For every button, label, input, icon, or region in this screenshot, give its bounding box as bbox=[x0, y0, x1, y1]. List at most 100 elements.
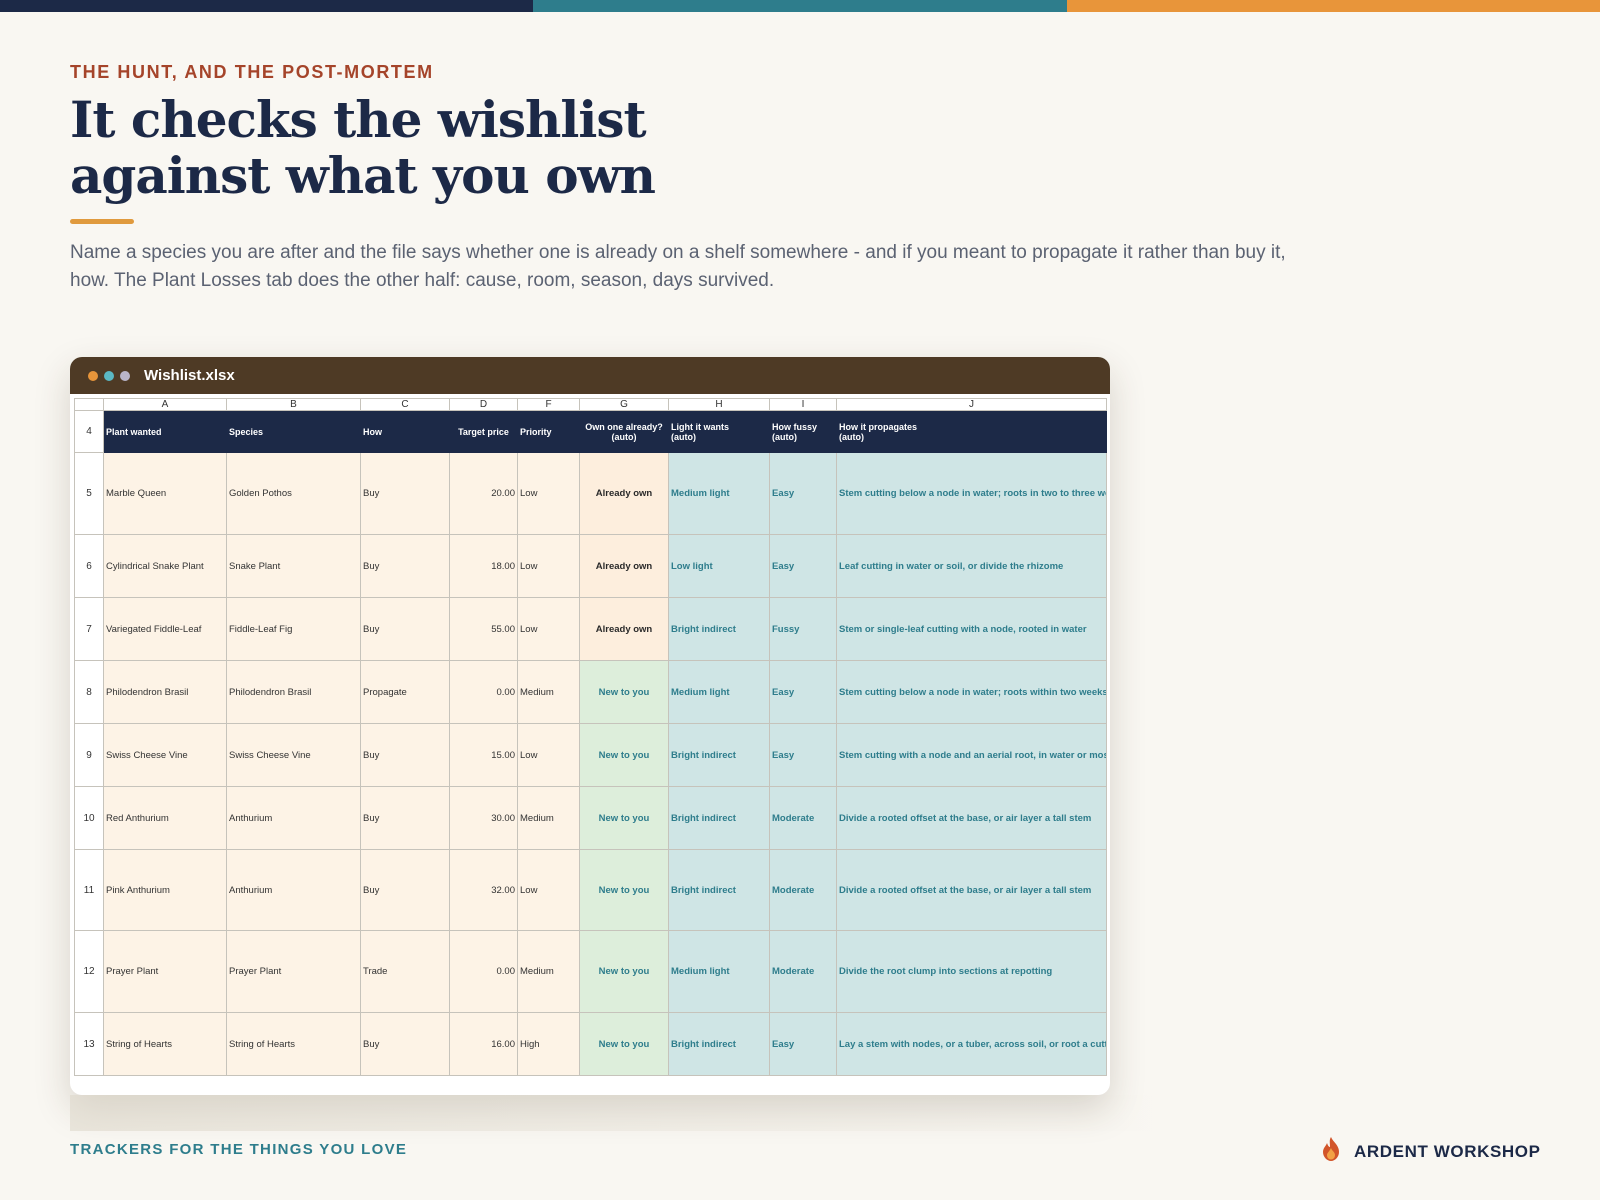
cell-species[interactable]: Prayer Plant bbox=[226, 930, 361, 1013]
cell-priority[interactable]: High bbox=[517, 1012, 580, 1076]
cell-own-already[interactable]: Already own bbox=[579, 534, 669, 598]
column-header[interactable]: How bbox=[360, 410, 450, 453]
cell-target-price[interactable]: 18.00 bbox=[449, 534, 518, 598]
cell-species[interactable]: Swiss Cheese Vine bbox=[226, 723, 361, 787]
cell-priority[interactable]: Medium bbox=[517, 786, 580, 850]
cell-target-price[interactable]: 16.00 bbox=[449, 1012, 518, 1076]
cell-light[interactable]: Medium light bbox=[668, 660, 770, 724]
column-letter[interactable]: J bbox=[836, 398, 1107, 411]
cell-light[interactable]: Bright indirect bbox=[668, 597, 770, 661]
cell-how[interactable]: Buy bbox=[360, 723, 450, 787]
cell-own-already[interactable]: Already own bbox=[579, 452, 669, 535]
column-header[interactable]: Own one already? (auto) bbox=[579, 410, 669, 453]
column-letter[interactable]: F bbox=[517, 398, 580, 411]
cell-fussy[interactable]: Easy bbox=[769, 1012, 837, 1076]
cell-light[interactable]: Medium light bbox=[668, 930, 770, 1013]
column-header[interactable]: Priority bbox=[517, 410, 580, 453]
cell-light[interactable]: Bright indirect bbox=[668, 849, 770, 931]
row-number[interactable]: 7 bbox=[74, 597, 104, 661]
cell-light[interactable]: Bright indirect bbox=[668, 1012, 770, 1076]
cell-plant-wanted[interactable]: Swiss Cheese Vine bbox=[103, 723, 227, 787]
cell-plant-wanted[interactable]: String of Hearts bbox=[103, 1012, 227, 1076]
cell-plant-wanted[interactable]: Red Anthurium bbox=[103, 786, 227, 850]
cell-fussy[interactable]: Moderate bbox=[769, 930, 837, 1013]
cell-target-price[interactable]: 55.00 bbox=[449, 597, 518, 661]
cell-propagates[interactable]: Divide a rooted offset at the base, or a… bbox=[836, 849, 1107, 931]
cell-species[interactable]: Golden Pothos bbox=[226, 452, 361, 535]
cell-priority[interactable]: Low bbox=[517, 723, 580, 787]
cell-how[interactable]: Buy bbox=[360, 1012, 450, 1076]
column-letter[interactable]: C bbox=[360, 398, 450, 411]
cell-own-already[interactable]: New to you bbox=[579, 1012, 669, 1076]
cell-target-price[interactable]: 20.00 bbox=[449, 452, 518, 535]
cell-propagates[interactable]: Leaf cutting in water or soil, or divide… bbox=[836, 534, 1107, 598]
cell-priority[interactable]: Low bbox=[517, 597, 580, 661]
cell-how[interactable]: Buy bbox=[360, 452, 450, 535]
row-number[interactable]: 11 bbox=[74, 849, 104, 931]
cell-fussy[interactable]: Easy bbox=[769, 534, 837, 598]
corner-cell[interactable] bbox=[74, 398, 104, 411]
cell-own-already[interactable]: New to you bbox=[579, 660, 669, 724]
column-letter[interactable]: D bbox=[449, 398, 518, 411]
cell-plant-wanted[interactable]: Marble Queen bbox=[103, 452, 227, 535]
cell-priority[interactable]: Medium bbox=[517, 930, 580, 1013]
cell-how[interactable]: Buy bbox=[360, 534, 450, 598]
cell-propagates[interactable]: Stem cutting below a node in water; root… bbox=[836, 452, 1107, 535]
cell-propagates[interactable]: Stem cutting below a node in water; root… bbox=[836, 660, 1107, 724]
cell-priority[interactable]: Low bbox=[517, 849, 580, 931]
column-header[interactable]: How it propagates (auto) bbox=[836, 410, 1107, 453]
cell-fussy[interactable]: Moderate bbox=[769, 786, 837, 850]
cell-propagates[interactable]: Divide the root clump into sections at r… bbox=[836, 930, 1107, 1013]
row-number[interactable]: 8 bbox=[74, 660, 104, 724]
cell-fussy[interactable]: Moderate bbox=[769, 849, 837, 931]
cell-species[interactable]: String of Hearts bbox=[226, 1012, 361, 1076]
cell-how[interactable]: Buy bbox=[360, 849, 450, 931]
cell-plant-wanted[interactable]: Philodendron Brasil bbox=[103, 660, 227, 724]
row-number[interactable]: 9 bbox=[74, 723, 104, 787]
cell-species[interactable]: Fiddle-Leaf Fig bbox=[226, 597, 361, 661]
column-letter[interactable]: A bbox=[103, 398, 227, 411]
column-letter[interactable]: B bbox=[226, 398, 361, 411]
row-number[interactable]: 10 bbox=[74, 786, 104, 850]
cell-propagates[interactable]: Lay a stem with nodes, or a tuber, acros… bbox=[836, 1012, 1107, 1076]
cell-species[interactable]: Anthurium bbox=[226, 849, 361, 931]
cell-fussy[interactable]: Easy bbox=[769, 660, 837, 724]
cell-species[interactable]: Snake Plant bbox=[226, 534, 361, 598]
column-letter[interactable]: G bbox=[579, 398, 669, 411]
cell-own-already[interactable]: New to you bbox=[579, 849, 669, 931]
cell-how[interactable]: Buy bbox=[360, 597, 450, 661]
column-header[interactable]: Plant wanted bbox=[103, 410, 227, 453]
cell-priority[interactable]: Low bbox=[517, 534, 580, 598]
cell-light[interactable]: Bright indirect bbox=[668, 723, 770, 787]
cell-fussy[interactable]: Fussy bbox=[769, 597, 837, 661]
row-number[interactable]: 4 bbox=[74, 410, 104, 453]
cell-own-already[interactable]: Already own bbox=[579, 597, 669, 661]
column-header[interactable]: Species bbox=[226, 410, 361, 453]
cell-propagates[interactable]: Stem or single-leaf cutting with a node,… bbox=[836, 597, 1107, 661]
window-close-dot[interactable] bbox=[88, 370, 98, 381]
cell-light[interactable]: Low light bbox=[668, 534, 770, 598]
window-maximize-dot[interactable] bbox=[120, 370, 130, 381]
column-header[interactable]: Target price bbox=[449, 410, 518, 453]
row-number[interactable]: 5 bbox=[74, 452, 104, 535]
cell-target-price[interactable]: 30.00 bbox=[449, 786, 518, 850]
row-number[interactable]: 6 bbox=[74, 534, 104, 598]
window-minimize-dot[interactable] bbox=[104, 370, 114, 381]
column-header[interactable]: How fussy (auto) bbox=[769, 410, 837, 453]
cell-target-price[interactable]: 32.00 bbox=[449, 849, 518, 931]
cell-light[interactable]: Bright indirect bbox=[668, 786, 770, 850]
cell-plant-wanted[interactable]: Pink Anthurium bbox=[103, 849, 227, 931]
cell-how[interactable]: Trade bbox=[360, 930, 450, 1013]
cell-plant-wanted[interactable]: Cylindrical Snake Plant bbox=[103, 534, 227, 598]
cell-how[interactable]: Buy bbox=[360, 786, 450, 850]
cell-light[interactable]: Medium light bbox=[668, 452, 770, 535]
column-header[interactable]: Light it wants (auto) bbox=[668, 410, 770, 453]
cell-target-price[interactable]: 0.00 bbox=[449, 660, 518, 724]
cell-plant-wanted[interactable]: Variegated Fiddle-Leaf bbox=[103, 597, 227, 661]
cell-fussy[interactable]: Easy bbox=[769, 452, 837, 535]
cell-species[interactable]: Philodendron Brasil bbox=[226, 660, 361, 724]
cell-priority[interactable]: Medium bbox=[517, 660, 580, 724]
column-letter[interactable]: I bbox=[769, 398, 837, 411]
row-number[interactable]: 12 bbox=[74, 930, 104, 1013]
row-number[interactable]: 13 bbox=[74, 1012, 104, 1076]
